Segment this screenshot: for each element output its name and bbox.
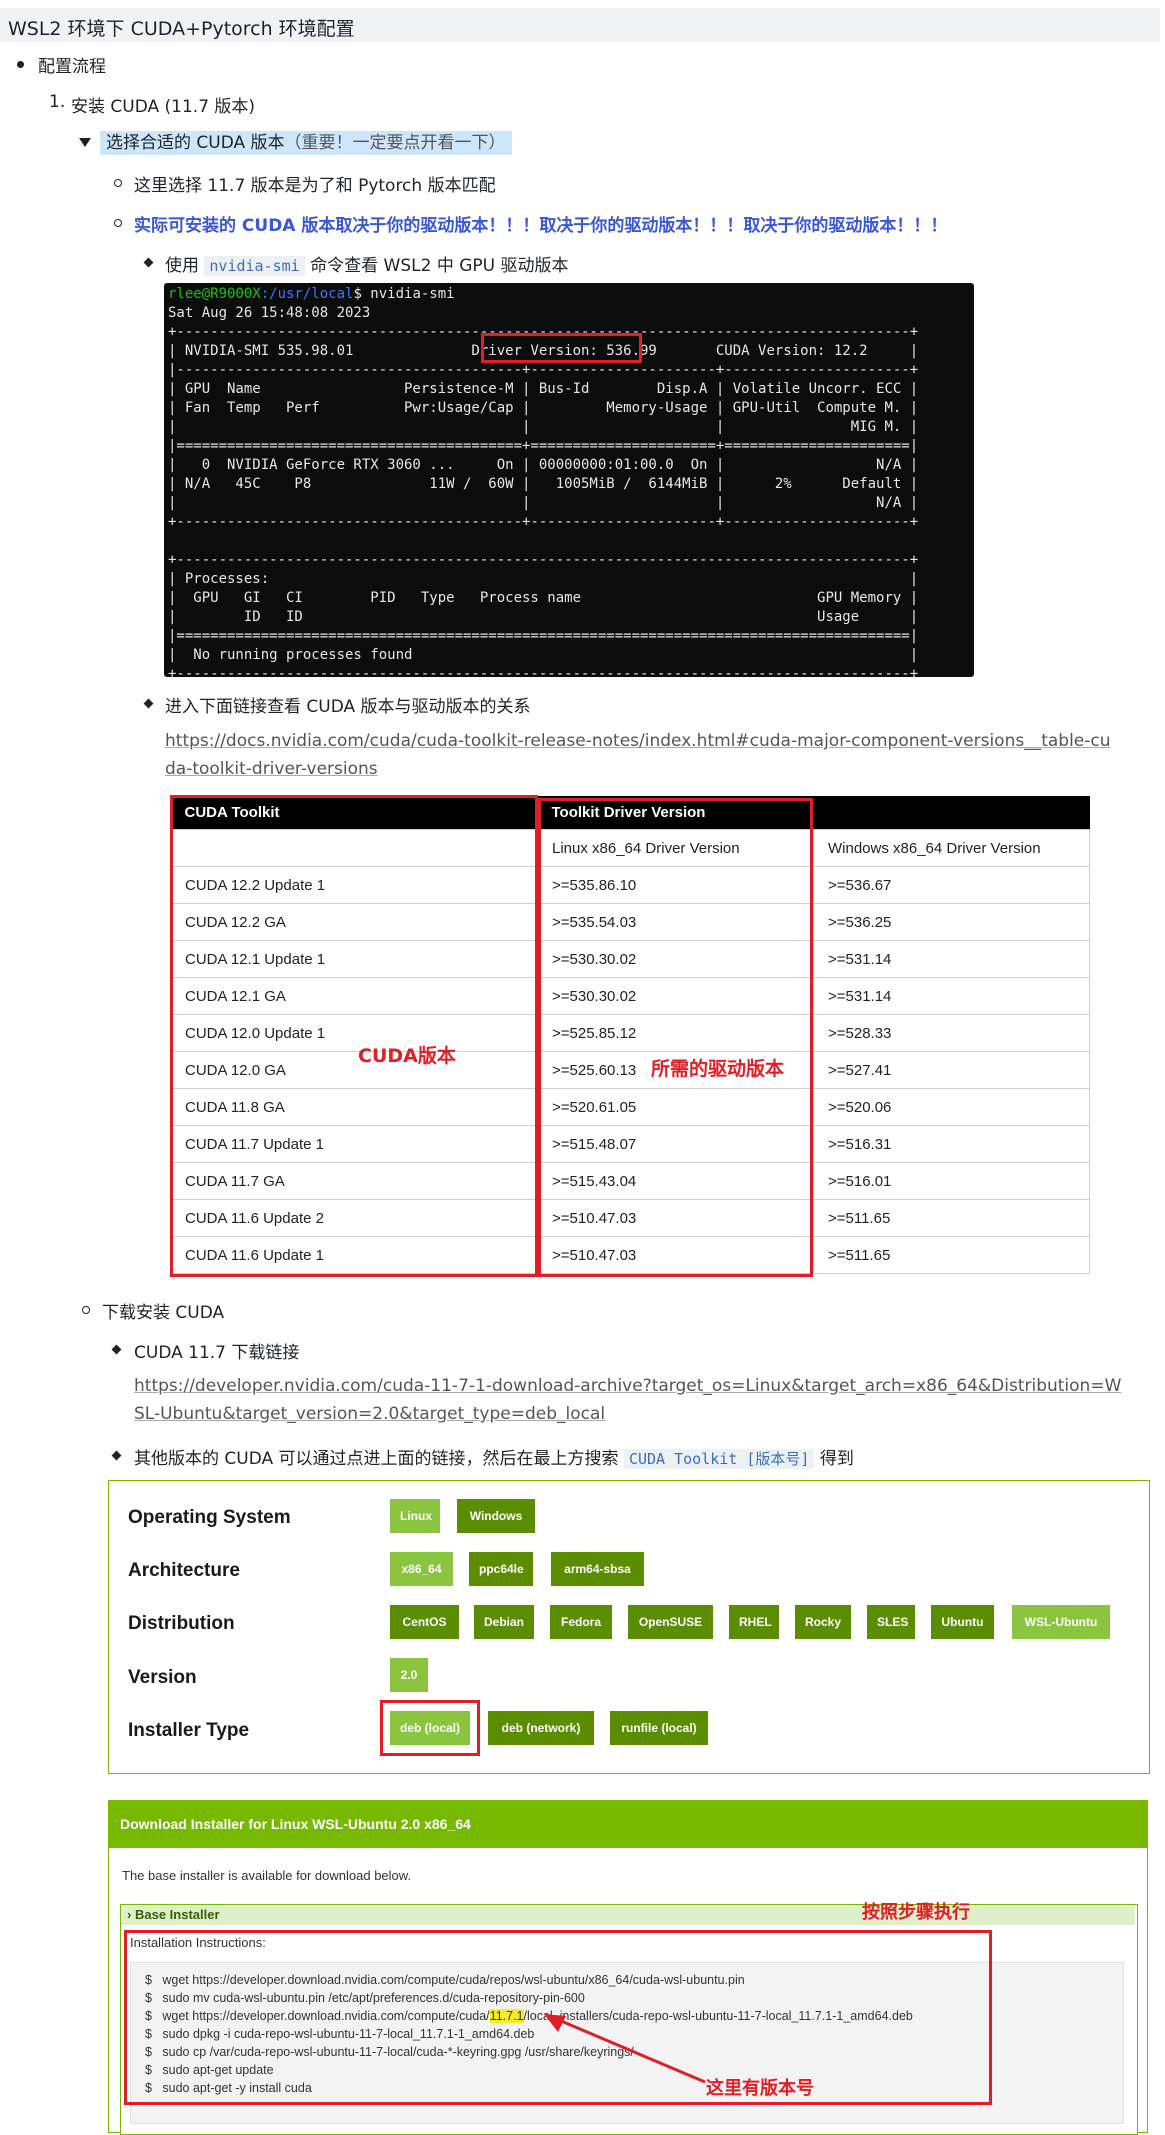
terminal-screenshot: rlee@R9000X:/usr/local$ nvidia-smi Sat A…	[164, 283, 974, 682]
option-arm64-sbsa[interactable]: arm64-sbsa	[551, 1552, 644, 1586]
option-opensuse[interactable]: OpenSUSE	[628, 1605, 713, 1639]
table-cell: >=520.06	[813, 1088, 1090, 1126]
option-x86-64[interactable]: x86_64	[390, 1552, 453, 1586]
toggle-heading[interactable]: 选择合适的 CUDA 版本（重要！一定要点开看一下）	[100, 128, 512, 155]
installer-header: Download Installer for Linux WSL-Ubuntu …	[108, 1800, 1148, 1848]
step-other-versions: 其他版本的 CUDA 可以通过点进上面的链接，然后在最上方搜索 CUDA Too…	[134, 1444, 854, 1469]
collapse-toggle-icon[interactable]	[79, 138, 91, 147]
inline-code: CUDA Toolkit [版本号]	[623, 1449, 815, 1469]
section-download-cuda: 下载安装 CUDA	[102, 1303, 225, 1323]
option-rhel[interactable]: RHEL	[729, 1605, 779, 1639]
table-cell: >=536.67	[813, 866, 1090, 904]
bullet-icon	[114, 179, 122, 187]
section-config-flow: 配置流程	[38, 57, 106, 77]
label-architecture: Architecture	[128, 1560, 240, 1581]
col-header-empty	[813, 796, 1090, 830]
step-nvidia-smi: 使用 nvidia-smi 命令查看 WSL2 中 GPU 驱动版本	[165, 251, 569, 276]
bullet-icon	[114, 219, 122, 227]
driver-table-link[interactable]: https://docs.nvidia.com/cuda/cuda-toolki…	[165, 727, 1115, 783]
toggle-heading-title: 选择合适的 CUDA 版本	[106, 133, 285, 153]
option-centos[interactable]: CentOS	[390, 1605, 459, 1639]
table-cell: >=516.01	[813, 1162, 1090, 1200]
label-distribution: Distribution	[128, 1613, 235, 1634]
highlight-box-installer-type	[380, 1700, 480, 1756]
prompt-path: :/usr/local	[260, 286, 354, 302]
bullet-icon	[82, 1306, 90, 1314]
option-windows[interactable]: Windows	[457, 1499, 535, 1533]
note-version-match: 这里选择 11.7 版本是为了和 Pytorch 版本匹配	[134, 176, 496, 196]
highlight-box-cuda-column	[170, 795, 538, 1277]
label-version: Version	[128, 1667, 197, 1688]
step-text-post: 命令查看 WSL2 中 GPU 驱动版本	[310, 256, 569, 276]
annotation-required-driver: 所需的驱动版本	[651, 1058, 785, 1080]
label-operating-system: Operating System	[128, 1507, 291, 1528]
section-install-cuda: 安装 CUDA (11.7 版本)	[71, 97, 256, 117]
option-wsl-ubuntu[interactable]: WSL-Ubuntu	[1012, 1605, 1110, 1639]
table-cell: >=531.14	[813, 977, 1090, 1015]
step-text-pre: 其他版本的 CUDA 可以通过点进上面的链接，然后在最上方搜索	[134, 1449, 619, 1469]
annotation-cuda-version: CUDA版本	[358, 1045, 456, 1067]
annotation-follow-steps: 按照步骤执行	[862, 1902, 970, 1923]
installer-note: The base installer is available for down…	[122, 1868, 412, 1883]
option-debian[interactable]: Debian	[474, 1605, 534, 1639]
step-download-link: CUDA 11.7 下载链接	[134, 1343, 300, 1363]
option-runfile-local[interactable]: runfile (local)	[610, 1711, 708, 1745]
red-arrow-icon	[544, 2014, 706, 2084]
bullet-icon	[111, 1344, 122, 1355]
annotation-version-here: 这里有版本号	[706, 2078, 814, 2099]
base-installer-header[interactable]: › Base Installer	[121, 1905, 1135, 1925]
bullet-icon	[111, 1450, 122, 1461]
bullet-icon	[17, 61, 24, 68]
option-deb-network[interactable]: deb (network)	[488, 1711, 594, 1745]
table-cell: >=511.65	[813, 1236, 1090, 1274]
highlight-box-driver-column	[538, 798, 813, 1277]
chevron-right-icon: ›	[127, 1907, 132, 1922]
option-rocky[interactable]: Rocky	[795, 1605, 851, 1639]
table-cell: >=527.41	[813, 1051, 1090, 1089]
step-text-post: 得到	[819, 1449, 854, 1469]
bullet-icon	[143, 698, 154, 709]
step-check-relation: 进入下面链接查看 CUDA 版本与驱动版本的关系	[165, 697, 531, 717]
step-text-pre: 使用	[165, 256, 199, 276]
table-cell: Windows x86_64 Driver Version	[813, 829, 1090, 867]
inline-code: nvidia-smi	[204, 256, 305, 276]
option-fedora[interactable]: Fedora	[550, 1605, 612, 1639]
page-title: WSL2 环境下 CUDA+Pytorch 环境配置	[8, 18, 355, 40]
warning-driver-version: 实际可安装的 CUDA 版本取决于你的驱动版本！！！取决于你的驱动版本！！！取决…	[134, 216, 948, 236]
table-cell: >=531.14	[813, 940, 1090, 978]
option-ubuntu[interactable]: Ubuntu	[931, 1605, 994, 1639]
prompt-user: rlee@R9000X	[168, 286, 261, 302]
option-linux[interactable]: Linux	[390, 1499, 440, 1533]
table-cell: >=511.65	[813, 1199, 1090, 1237]
label-installer-type: Installer Type	[128, 1720, 250, 1741]
prompt-command: $ nvidia-smi	[353, 286, 455, 302]
bullet-icon	[143, 257, 154, 268]
highlight-box-driver-version	[481, 333, 642, 363]
table-cell: >=516.31	[813, 1125, 1090, 1163]
option-sles[interactable]: SLES	[867, 1605, 915, 1639]
base-installer-title: Base Installer	[134, 1907, 220, 1922]
option-ppc64le[interactable]: ppc64le	[469, 1552, 533, 1586]
cuda-download-link[interactable]: https://developer.nvidia.com/cuda-11-7-1…	[134, 1372, 1124, 1428]
table-cell: >=528.33	[813, 1014, 1090, 1052]
option-version-2-0[interactable]: 2.0	[390, 1658, 428, 1692]
toggle-heading-note: （重要！一定要点开看一下）	[284, 133, 506, 153]
list-number: 1.	[49, 92, 66, 112]
table-cell: >=536.25	[813, 903, 1090, 941]
